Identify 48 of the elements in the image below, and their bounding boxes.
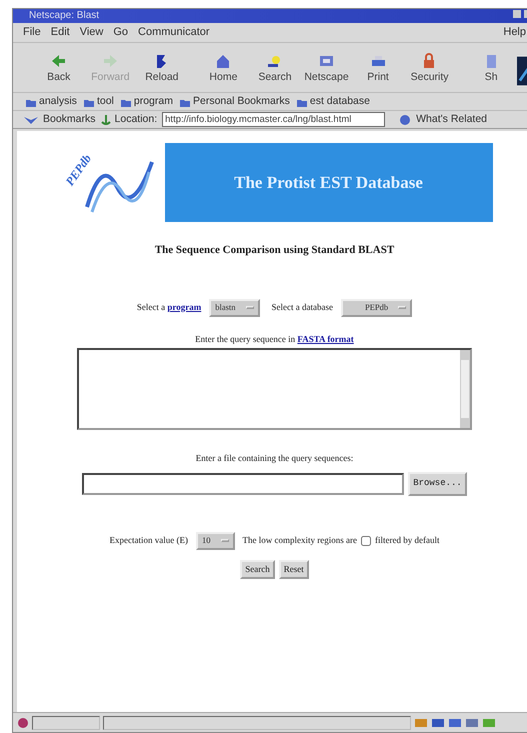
page-heading: The Sequence Comparison using Standard BLAST [154, 243, 394, 258]
home-icon [214, 53, 232, 70]
database-select[interactable]: PEPdb [340, 298, 412, 316]
expectation-select[interactable]: 10 [196, 532, 234, 550]
toolbar-button[interactable]: Security [404, 53, 456, 86]
menu-item[interactable]: Go [113, 24, 128, 41]
banner: The Protist EST Database [164, 143, 492, 222]
bookmark-folder[interactable]: tool [82, 94, 114, 110]
query-label: Enter the query sequence in [195, 334, 296, 344]
bookmark-folder[interactable]: Personal Bookmarks [178, 94, 290, 110]
scrollbar[interactable] [460, 350, 470, 428]
menu-item[interactable]: Communicator [138, 24, 210, 41]
bookmark-folder[interactable]: program [120, 94, 173, 110]
toolbar-button[interactable]: Sh [465, 53, 517, 86]
toolbar-button[interactable]: Home [198, 53, 250, 86]
menu-item[interactable]: Edit [50, 24, 70, 41]
menu-item[interactable]: File [23, 24, 41, 41]
toolbar-button[interactable]: Search [249, 53, 301, 86]
url-field[interactable]: http://info.biology.mcmaster.ca/lng/blast.html [162, 112, 386, 127]
status-icon [17, 716, 29, 728]
fasta-format-link[interactable]: FASTA format [297, 334, 354, 344]
file-path-field[interactable] [82, 472, 404, 494]
location-label: Location: [114, 112, 158, 127]
bookmarks-button[interactable]: Bookmarks [23, 112, 96, 128]
window-title: Netscape: Blast [29, 9, 100, 23]
select-label: Select a database [272, 300, 333, 314]
expectation-label: Expectation value (E) [110, 534, 188, 547]
filter-label: filtered by default [374, 534, 440, 547]
menu-item[interactable]: View [80, 24, 104, 41]
bookmark-folder[interactable]: est database [296, 94, 370, 110]
program-link[interactable]: program [167, 302, 202, 312]
whats-related-button[interactable]: What's Related [398, 112, 488, 128]
menu-item[interactable]: Help [503, 24, 526, 41]
toolbar-button[interactable]: Back [33, 53, 85, 86]
filter-checkbox[interactable] [360, 536, 371, 546]
search-button[interactable]: Search [240, 560, 275, 579]
toolbar-button[interactable]: Print [352, 53, 404, 86]
file-label: Enter a file containing the query sequences: [196, 452, 354, 465]
reset-button[interactable]: Reset [278, 560, 309, 579]
bookmark-folder[interactable]: analysis [25, 94, 77, 110]
status-panel [32, 716, 100, 730]
toolbar-button[interactable]: Reload [136, 53, 188, 86]
program-select[interactable]: blastn [209, 298, 260, 316]
toolbar-button[interactable]: Netscape [300, 53, 352, 86]
query-textarea[interactable] [77, 348, 472, 430]
low-complexity-label: The low complexity regions are [242, 534, 357, 547]
select-label: Select a [136, 302, 166, 312]
browse-button[interactable]: Browse... [408, 472, 467, 496]
